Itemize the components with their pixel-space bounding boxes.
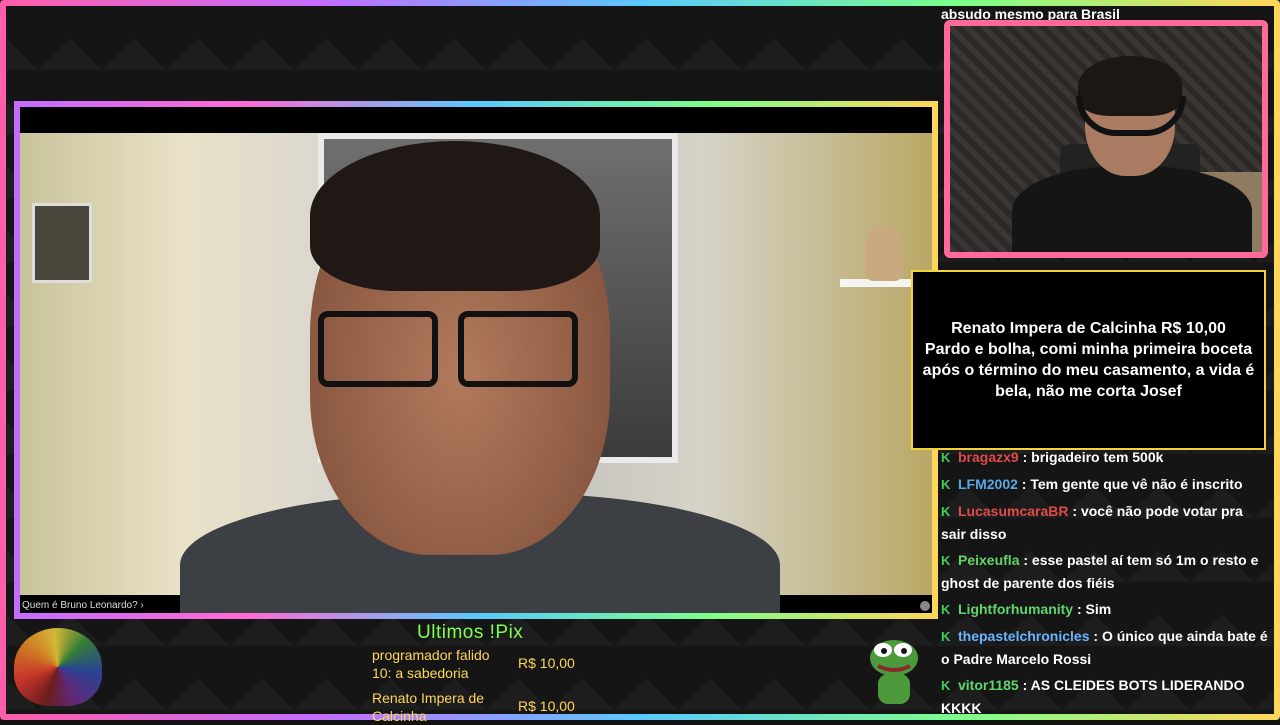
video-top-bar (20, 107, 932, 133)
info-icon[interactable] (920, 601, 930, 611)
video-title-link[interactable]: Quem é Bruno Leonardo? › (22, 600, 144, 611)
webcam-frame (944, 20, 1268, 258)
pix-item: programador falido 10: a sabedoria R$ 10… (372, 646, 622, 682)
kick-badge-icon: K (941, 629, 951, 644)
video-player[interactable]: Quem é Bruno Leonardo? › (20, 107, 932, 613)
kick-badge-icon: K (941, 602, 951, 617)
person-hair (310, 141, 600, 291)
chat-text: : Tem gente que vê não é inscrito (1017, 476, 1243, 492)
kick-badge-icon: K (941, 678, 951, 693)
chat-message: K LFM2002 : Tem gente que vê não é inscri… (941, 473, 1271, 496)
chat-username[interactable]: thepastelchronicles (958, 628, 1090, 644)
dog-figurine (865, 225, 903, 281)
kick-badge-icon: K (941, 553, 951, 568)
chat-username[interactable]: vitor1185 (958, 677, 1019, 693)
chat-message: K Peixeufla : esse pastel aí tem só 1m o … (941, 549, 1271, 594)
rainbow-creature-icon (14, 628, 102, 706)
chat-message: K Lightforhumanity : Sim (941, 598, 1271, 621)
chat-text: : brigadeiro tem 500k (1018, 449, 1164, 465)
chat-username[interactable]: LucasumcaraBR (958, 503, 1069, 519)
glasses-lens-left (318, 311, 438, 387)
pix-item-name: programador falido 10: a sabedoria (372, 647, 490, 681)
chat-message: Kvitor1185 : AS CLEIDES BOTS LIDERANDO K… (941, 674, 1271, 719)
video-frame: Quem é Bruno Leonardo? › (14, 101, 938, 619)
pepe-frog-icon (870, 640, 918, 704)
donation-alert-message: Pardo e bolha, comi minha primeira bocet… (922, 341, 1255, 400)
streamer-body (1012, 166, 1252, 252)
pix-title: Ultimos !Pix (417, 622, 524, 643)
chat-message: Kbragazx9 : brigadeiro tem 500k (941, 446, 1271, 469)
kick-badge-icon: K (941, 504, 951, 519)
pix-item-amount: R$ 10,00 (518, 655, 575, 671)
chat-message: Kthepastelchronicles : O único que ainda… (941, 625, 1271, 670)
chat-username[interactable]: Peixeufla (958, 552, 1019, 568)
video-scene (20, 133, 932, 613)
glasses (318, 311, 588, 391)
kick-badge-icon: K (941, 450, 951, 465)
kick-badge-icon: K (941, 477, 951, 492)
chat-list: Kbragazx9 : brigadeiro tem 500k K LFM2002… (941, 446, 1271, 723)
chat-username[interactable]: bragazx9 (958, 449, 1019, 465)
donation-alert: Renato Impera de Calcinha R$ 10,00 Pardo… (911, 270, 1266, 450)
chat-message: K LucasumcaraBR : você não pode votar pra… (941, 500, 1271, 545)
chat-username[interactable]: Lightforhumanity (958, 601, 1073, 617)
pix-item-amount: R$ 10,00 (518, 698, 575, 714)
wall-photo (32, 203, 92, 283)
chat-username[interactable]: LFM2002 (958, 476, 1018, 492)
glasses-lens-right (458, 311, 578, 387)
donation-alert-header: Renato Impera de Calcinha R$ 10,00 (951, 320, 1226, 337)
chat-text: : Sim (1073, 601, 1112, 617)
